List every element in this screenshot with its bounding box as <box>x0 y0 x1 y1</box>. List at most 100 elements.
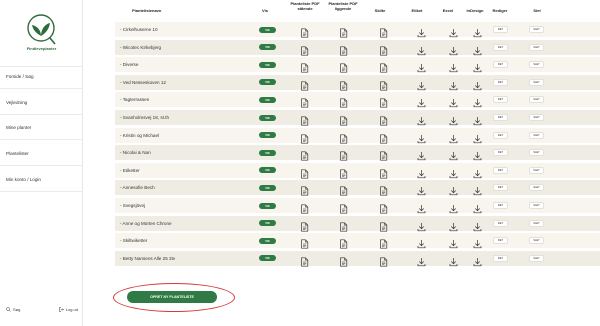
delete-button[interactable]: SLET <box>529 202 544 209</box>
excel-download-icon[interactable] <box>449 166 458 178</box>
pdf-portrait-icon[interactable] <box>300 95 309 108</box>
skilte-icon[interactable] <box>379 236 388 249</box>
nav-item-min-konto[interactable]: Min konto / Login <box>6 177 41 182</box>
etiket-download-icon[interactable] <box>417 95 426 108</box>
edit-button[interactable]: RET <box>493 219 508 227</box>
etiket-download-icon[interactable] <box>417 166 426 178</box>
etiket-download-icon[interactable] <box>417 131 426 143</box>
planteliste-name[interactable]: - Wicotec Kirkebjerg <box>120 45 161 50</box>
etiket-download-icon[interactable] <box>417 78 426 90</box>
pdf-portrait-icon[interactable] <box>300 254 309 267</box>
vis-button[interactable]: VIS <box>259 202 276 209</box>
pdf-landscape-icon[interactable] <box>339 113 348 126</box>
vis-button[interactable]: VIS <box>259 79 276 86</box>
planteliste-name[interactable]: - Svegsjövej <box>120 203 145 208</box>
vis-button[interactable]: VIS <box>259 149 276 156</box>
excel-download-icon[interactable] <box>449 201 458 214</box>
excel-download-icon[interactable] <box>449 78 458 90</box>
pdf-portrait-icon[interactable] <box>300 166 309 179</box>
delete-button[interactable]: SLET <box>529 43 544 51</box>
skilte-icon[interactable] <box>379 254 388 267</box>
pdf-landscape-icon[interactable] <box>339 25 348 38</box>
pdf-landscape-icon[interactable] <box>339 183 348 196</box>
skilte-icon[interactable] <box>379 201 388 214</box>
etiket-download-icon[interactable] <box>417 219 426 231</box>
vis-button[interactable]: VIS <box>259 132 276 139</box>
excel-download-icon[interactable] <box>449 131 458 143</box>
edit-button[interactable]: RET <box>493 26 508 33</box>
excel-download-icon[interactable] <box>449 236 458 249</box>
pdf-landscape-icon[interactable] <box>339 219 348 232</box>
etiket-download-icon[interactable] <box>417 148 426 161</box>
nav-item-mine-planter[interactable]: Mine planter <box>6 125 31 130</box>
excel-download-icon[interactable] <box>449 43 458 55</box>
vis-button[interactable]: VIS <box>259 167 276 174</box>
pdf-portrait-icon[interactable] <box>300 60 309 73</box>
pdf-landscape-icon[interactable] <box>339 236 348 249</box>
vis-button[interactable]: VIS <box>259 61 276 68</box>
pdf-landscape-icon[interactable] <box>339 43 348 56</box>
excel-download-icon[interactable] <box>449 60 458 73</box>
edit-button[interactable]: RET <box>493 131 508 139</box>
delete-button[interactable]: SLET <box>529 26 544 33</box>
edit-button[interactable]: RET <box>493 149 508 157</box>
vis-button[interactable]: VIS <box>259 255 276 262</box>
planteliste-name[interactable]: - Ved Nesseskoven 12 <box>120 80 166 85</box>
nav-item-vejledning[interactable]: Vejledning <box>6 100 27 105</box>
indesign-download-icon[interactable] <box>473 236 482 249</box>
etiket-download-icon[interactable] <box>417 201 426 214</box>
pdf-portrait-icon[interactable] <box>300 148 309 161</box>
planteliste-name[interactable]: - Betty Nansens Alle 25 3tv <box>120 256 175 261</box>
indesign-download-icon[interactable] <box>473 43 482 55</box>
planteliste-name[interactable]: - Cirkelhuserne 10 <box>120 27 158 32</box>
delete-button[interactable]: SLET <box>529 131 544 139</box>
planteliste-name[interactable]: - Anne og Morten Chrone <box>120 221 172 226</box>
skilte-icon[interactable] <box>379 131 388 144</box>
logout-link[interactable]: Log ud <box>59 307 78 313</box>
edit-button[interactable]: RET <box>493 61 508 69</box>
planteliste-name[interactable]: - Etiketter <box>120 168 140 173</box>
edit-button[interactable]: RET <box>493 166 508 174</box>
delete-button[interactable]: SLET <box>529 254 544 262</box>
pdf-portrait-icon[interactable] <box>300 219 309 232</box>
planteliste-name[interactable]: - Annesofie Bech <box>120 185 155 190</box>
vis-button[interactable]: VIS <box>259 114 276 121</box>
skilte-icon[interactable] <box>379 78 388 91</box>
search-link[interactable]: Søg <box>6 307 20 313</box>
pdf-portrait-icon[interactable] <box>300 183 309 196</box>
nav-item-forside[interactable]: Forside / Søg <box>6 74 34 79</box>
etiket-download-icon[interactable] <box>417 254 426 266</box>
pdf-portrait-icon[interactable] <box>300 236 309 249</box>
edit-button[interactable]: RET <box>493 202 508 209</box>
etiket-download-icon[interactable] <box>417 60 426 73</box>
vis-button[interactable]: VIS <box>259 220 276 227</box>
etiket-download-icon[interactable] <box>417 183 426 196</box>
skilte-icon[interactable] <box>379 166 388 179</box>
excel-download-icon[interactable] <box>449 254 458 266</box>
delete-button[interactable]: SLET <box>529 114 544 121</box>
vis-button[interactable]: VIS <box>259 184 276 191</box>
pdf-landscape-icon[interactable] <box>339 78 348 91</box>
edit-button[interactable]: RET <box>493 78 508 86</box>
delete-button[interactable]: SLET <box>529 96 544 104</box>
indesign-download-icon[interactable] <box>473 183 482 196</box>
delete-button[interactable]: SLET <box>529 149 544 157</box>
pdf-portrait-icon[interactable] <box>300 78 309 91</box>
pdf-portrait-icon[interactable] <box>300 25 309 38</box>
vis-button[interactable]: VIS <box>259 44 276 51</box>
skilte-icon[interactable] <box>379 95 388 108</box>
planteliste-name[interactable]: - Kristin og Michael <box>120 133 159 138</box>
delete-button[interactable]: SLET <box>529 78 544 86</box>
edit-button[interactable]: RET <box>493 43 508 51</box>
indesign-download-icon[interactable] <box>473 95 482 108</box>
indesign-download-icon[interactable] <box>473 254 482 266</box>
etiket-download-icon[interactable] <box>417 43 426 55</box>
edit-button[interactable]: RET <box>493 237 508 245</box>
excel-download-icon[interactable] <box>449 25 458 38</box>
skilte-icon[interactable] <box>379 148 388 161</box>
planteliste-name[interactable]: - Nicolai & Nan <box>120 150 151 155</box>
indesign-download-icon[interactable] <box>473 60 482 73</box>
pdf-landscape-icon[interactable] <box>339 60 348 73</box>
pdf-landscape-icon[interactable] <box>339 131 348 144</box>
planteliste-name[interactable]: - Tagterrassen <box>120 97 149 102</box>
